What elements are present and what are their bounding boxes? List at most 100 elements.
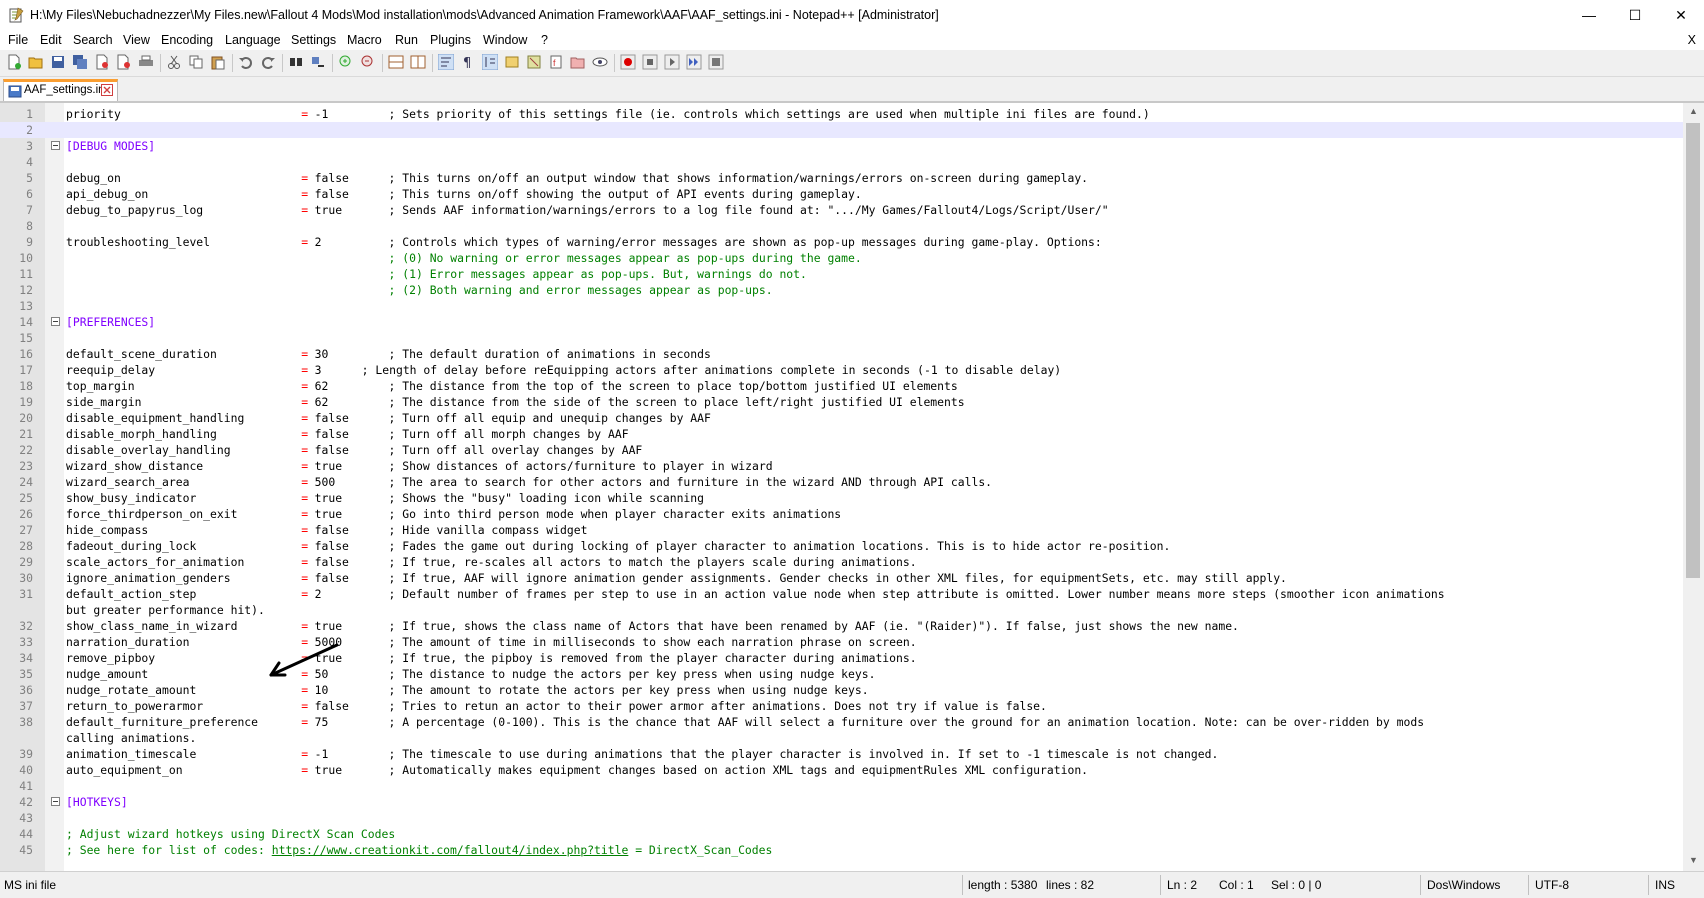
- close-window-button[interactable]: ✕: [1658, 0, 1704, 31]
- menu-help[interactable]: ?: [541, 33, 548, 47]
- code-line[interactable]: 44 ; Adjust wizard hotkeys using DirectX …: [0, 826, 1683, 842]
- menu-macro[interactable]: Macro: [347, 33, 382, 47]
- menu-settings[interactable]: Settings: [291, 33, 336, 47]
- run-macro-multiple-icon[interactable]: [686, 54, 702, 70]
- code-line[interactable]: 32 show_class_name_in_wizard = true ; If tru…: [0, 618, 1683, 634]
- folder-workspace-icon[interactable]: [570, 54, 586, 70]
- fold-toggle-icon[interactable]: [51, 797, 60, 806]
- tab-aaf-settings[interactable]: AAF_settings.ini: [3, 79, 118, 101]
- word-wrap-icon[interactable]: [438, 54, 454, 70]
- status-eol-format[interactable]: Dos\Windows: [1427, 878, 1500, 892]
- code-line[interactable]: 5 debug_on = false ; This turns on/off an ou…: [0, 170, 1683, 186]
- scroll-down-arrow-icon[interactable]: ▼: [1688, 855, 1699, 866]
- code-line[interactable]: 13: [0, 298, 1683, 314]
- find-icon[interactable]: [288, 54, 304, 70]
- status-encoding[interactable]: UTF-8: [1535, 878, 1569, 892]
- code-line[interactable]: 27 hide_compass = false ; Hide vanilla compa…: [0, 522, 1683, 538]
- new-file-icon[interactable]: [6, 54, 22, 70]
- code-line[interactable]: 17 reequip_delay = 3 ; Length of delay befor…: [0, 362, 1683, 378]
- open-file-icon[interactable]: [28, 54, 44, 70]
- document-map-icon[interactable]: [526, 54, 542, 70]
- fold-toggle-icon[interactable]: [51, 317, 60, 326]
- zoom-in-icon[interactable]: [338, 54, 354, 70]
- code-line[interactable]: calling animations.: [0, 730, 1683, 746]
- code-line[interactable]: 1 priority = -1 ; Sets priority of this sett…: [0, 106, 1683, 122]
- section-header-line[interactable]: 3 [DEBUG MODES]: [0, 138, 1683, 154]
- code-line[interactable]: 20 disable_equipment_handling = false ; Turn…: [0, 410, 1683, 426]
- code-line[interactable]: 39 animation_timescale = -1 ; The timescale …: [0, 746, 1683, 762]
- code-line[interactable]: 15: [0, 330, 1683, 346]
- close-tab-icon[interactable]: [101, 84, 113, 96]
- code-line[interactable]: 9 troubleshooting_level = 2 ; Controls which…: [0, 234, 1683, 250]
- user-language-icon[interactable]: [504, 54, 520, 70]
- code-line[interactable]: 35 nudge_amount = 50; The distance to nudge…: [0, 666, 1683, 682]
- code-line[interactable]: 23 wizard_show_distance = true ; Show distan…: [0, 458, 1683, 474]
- menu-plugins[interactable]: Plugins: [430, 33, 471, 47]
- close-all-icon[interactable]: [116, 54, 132, 70]
- save-macro-icon[interactable]: [708, 54, 724, 70]
- menu-run[interactable]: Run: [395, 33, 418, 47]
- code-line[interactable]: 31 default_action_step = 2 ; Default number …: [0, 586, 1683, 602]
- code-line[interactable]: 41: [0, 778, 1683, 794]
- editor-area[interactable]: 1 priority = -1 ; Sets priority of this sett…: [0, 103, 1704, 871]
- code-line[interactable]: 12 ; (2) Both warning and error messages …: [0, 282, 1683, 298]
- menu-window[interactable]: Window: [483, 33, 527, 47]
- code-line[interactable]: 33 narration_duration = 5000; The amount of…: [0, 634, 1683, 650]
- close-document-button[interactable]: X: [1688, 33, 1696, 47]
- code-line[interactable]: 34 remove_pipboy = true; If true, the pipbo…: [0, 650, 1683, 666]
- code-lines[interactable]: 1 priority = -1 ; Sets priority of this sett…: [0, 103, 1683, 871]
- section-header-line[interactable]: 14 [PREFERENCES]: [0, 314, 1683, 330]
- code-line[interactable]: 10 ; (0) No warning or error messages app…: [0, 250, 1683, 266]
- show-all-characters-icon[interactable]: ¶: [460, 54, 476, 70]
- code-line[interactable]: 29 scale_actors_for_animation = false ; If t…: [0, 554, 1683, 570]
- minimize-button[interactable]: —: [1566, 0, 1612, 31]
- menu-language[interactable]: Language: [225, 33, 281, 47]
- menu-file[interactable]: File: [8, 33, 28, 47]
- redo-icon[interactable]: [260, 54, 276, 70]
- code-line[interactable]: 18 top_margin = 62 ; The distance from the t…: [0, 378, 1683, 394]
- code-line[interactable]: 4: [0, 154, 1683, 170]
- scrollbar-thumb[interactable]: [1686, 123, 1700, 578]
- indent-guide-icon[interactable]: [482, 54, 498, 70]
- code-line[interactable]: 26 force_thirdperson_on_exit = true ; Go int…: [0, 506, 1683, 522]
- code-line[interactable]: 36 nudge_rotate_amount = 10 ; The amount to …: [0, 682, 1683, 698]
- code-line[interactable]: 19 side_margin = 62 ; The distance from the …: [0, 394, 1683, 410]
- code-line[interactable]: 38 default_furniture_preference = 75 ; A per…: [0, 714, 1683, 730]
- record-macro-icon[interactable]: [620, 54, 636, 70]
- replace-icon[interactable]: [310, 54, 326, 70]
- vertical-scrollbar[interactable]: ▲ ▼: [1683, 103, 1704, 871]
- code-line[interactable]: 16 default_scene_duration = 30 ; The default…: [0, 346, 1683, 362]
- menu-encoding[interactable]: Encoding: [161, 33, 213, 47]
- sync-horizontal-icon[interactable]: [410, 54, 426, 70]
- copy-icon[interactable]: [188, 54, 204, 70]
- print-icon[interactable]: [138, 54, 154, 70]
- scroll-up-arrow-icon[interactable]: ▲: [1688, 106, 1699, 117]
- code-line[interactable]: 25 show_busy_indicator = true ; Shows the "b…: [0, 490, 1683, 506]
- play-macro-icon[interactable]: [664, 54, 680, 70]
- status-insert-mode[interactable]: INS: [1655, 878, 1675, 892]
- fold-toggle-icon[interactable]: [51, 141, 60, 150]
- menu-edit[interactable]: Edit: [40, 33, 62, 47]
- maximize-button[interactable]: ☐: [1612, 0, 1658, 31]
- codes-link[interactable]: https://www.creationkit.com/fallout4/ind…: [272, 843, 629, 857]
- code-line[interactable]: but greater performance hit).: [0, 602, 1683, 618]
- code-line[interactable]: 21 disable_morph_handling = false ; Turn off…: [0, 426, 1683, 442]
- save-all-icon[interactable]: [72, 54, 88, 70]
- code-line[interactable]: 8: [0, 218, 1683, 234]
- undo-icon[interactable]: [238, 54, 254, 70]
- sync-vertical-icon[interactable]: [388, 54, 404, 70]
- code-line[interactable]: 7 debug_to_papyrus_log = true ; Sends AAF in…: [0, 202, 1683, 218]
- code-line[interactable]: 30 ignore_animation_genders = false ; If tru…: [0, 570, 1683, 586]
- stop-macro-icon[interactable]: [642, 54, 658, 70]
- code-line[interactable]: 28 fadeout_during_lock = false ; Fades the g…: [0, 538, 1683, 554]
- menu-search[interactable]: Search: [73, 33, 113, 47]
- code-line[interactable]: 43: [0, 810, 1683, 826]
- function-list-icon[interactable]: f: [548, 54, 564, 70]
- paste-icon[interactable]: [210, 54, 226, 70]
- monitoring-icon[interactable]: [592, 54, 608, 70]
- code-line[interactable]: 45 ; See here for list of codes: https://…: [0, 842, 1683, 858]
- cut-icon[interactable]: [166, 54, 182, 70]
- code-line[interactable]: 2: [0, 122, 1683, 138]
- save-icon[interactable]: [50, 54, 66, 70]
- section-header-line[interactable]: 42 [HOTKEYS]: [0, 794, 1683, 810]
